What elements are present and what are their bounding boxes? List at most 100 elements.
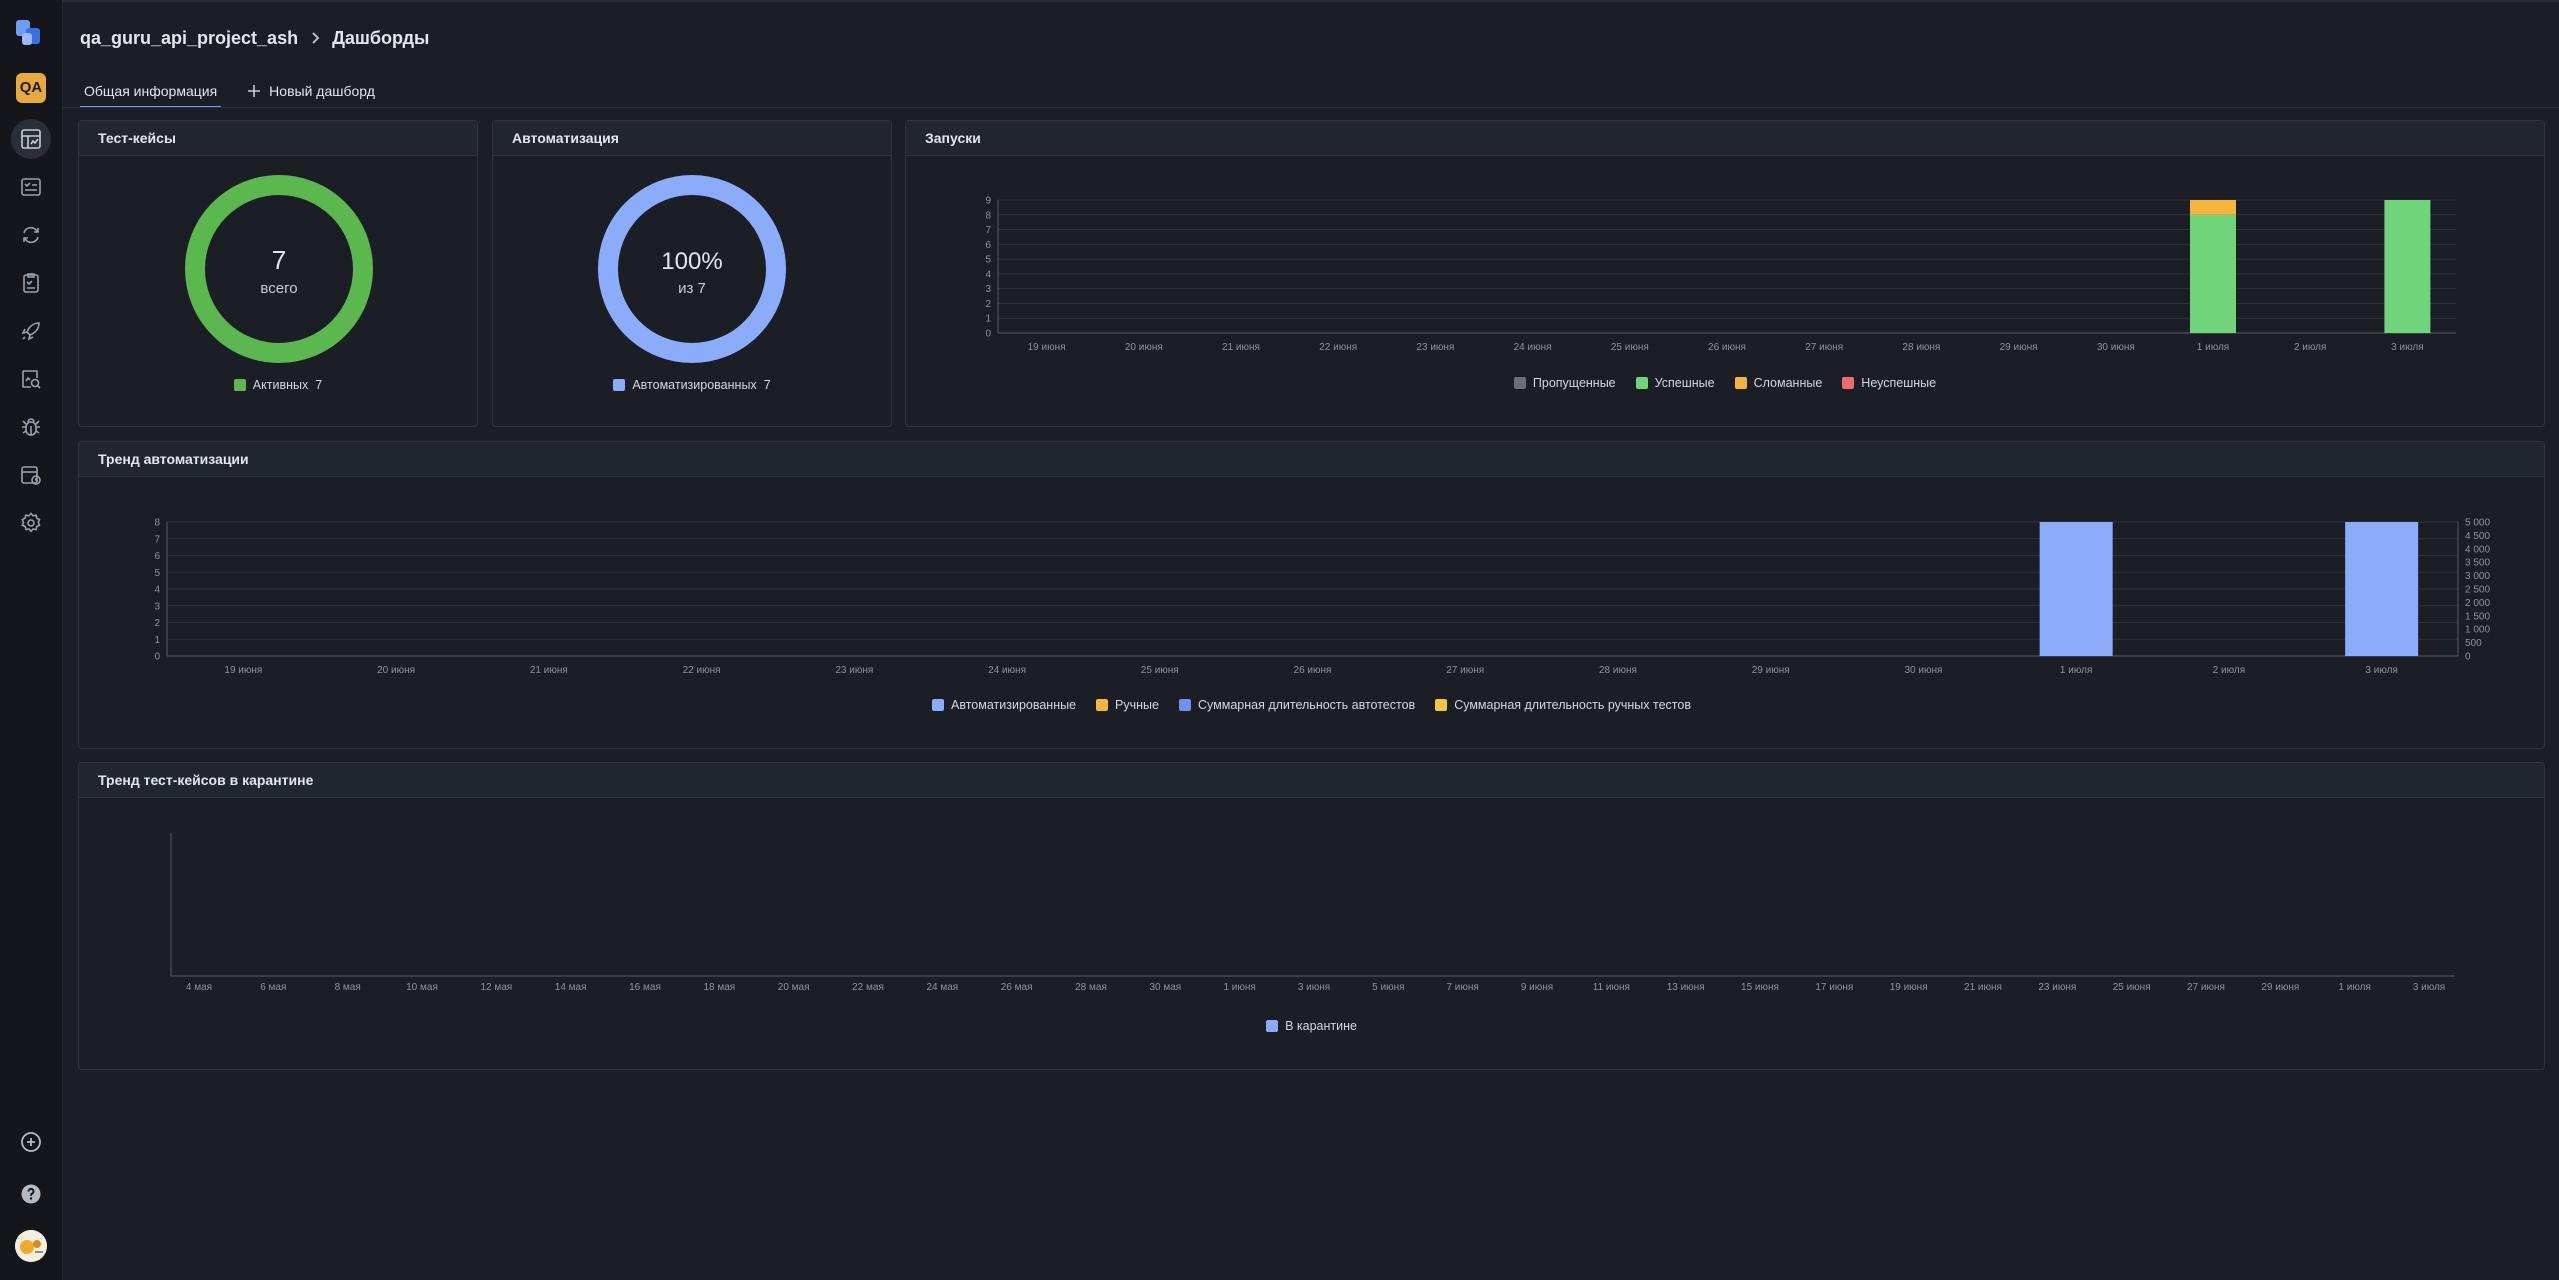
legend-item[interactable]: Сломанные [1734, 376, 1822, 390]
bar [2190, 200, 2236, 215]
legend-item[interactable]: Неуспешные [1842, 376, 1936, 390]
y2-tick-label: 0 [2465, 652, 2471, 663]
sidebar-item-analytics[interactable] [11, 359, 51, 399]
x-tick-label: 25 июня [2113, 982, 2151, 993]
legend-item[interactable]: Автоматизированные [932, 698, 1076, 712]
x-tick-label: 28 июня [1902, 342, 1940, 353]
widget-title: Запуски [906, 121, 2544, 156]
donut-center-value: 100% [661, 248, 722, 275]
legend-swatch [1734, 377, 1747, 389]
plus-icon [248, 85, 261, 97]
x-tick-label: 26 мая [1001, 982, 1033, 993]
chevron-right-icon [312, 32, 320, 44]
x-tick-label: 25 июня [1611, 342, 1649, 353]
y-tick-label: 4 [154, 585, 160, 596]
help-icon [21, 1184, 41, 1204]
x-tick-label: 3 июля [2365, 665, 2397, 676]
legend-item[interactable]: Успешные [1635, 376, 1715, 390]
legend-label: Суммарная длительность автотестов [1198, 698, 1416, 712]
x-tick-label: 18 мая [703, 982, 735, 993]
widget-quarantine-trend: Тренд тест-кейсов в карантине 4 мая 6 мая… [78, 762, 2545, 1070]
user-avatar[interactable] [15, 1230, 47, 1262]
legend-item[interactable]: Ручные [1096, 698, 1159, 712]
sidebar-item-defects[interactable] [11, 407, 51, 447]
sidebar-item-settings[interactable] [11, 503, 51, 543]
tab-label: Новый дашборд [269, 83, 375, 99]
y2-tick-label: 4 000 [2465, 544, 2490, 555]
sidebar-item-test-plans[interactable] [11, 263, 51, 303]
x-tick-label: 23 июня [1416, 342, 1454, 353]
sidebar-item-dashboards[interactable] [11, 119, 51, 159]
y-tick-label: 7 [985, 225, 991, 236]
automation-donut: 100% из 7 [598, 175, 786, 363]
sidebar-item-jobs[interactable] [11, 455, 51, 495]
legend-item[interactable]: В карантине [1266, 1019, 1357, 1033]
y2-tick-label: 3 500 [2465, 558, 2490, 569]
x-tick-label: 27 июня [1446, 665, 1484, 676]
y-tick-label: 6 [985, 240, 991, 251]
app-logo-icon[interactable] [13, 17, 47, 51]
jobs-icon [21, 466, 41, 485]
tabs-divider [62, 107, 2559, 108]
project-badge[interactable]: QA [16, 73, 46, 103]
x-tick-label: 28 мая [1075, 982, 1107, 993]
tab-overview[interactable]: Общая информация [80, 76, 222, 108]
widget-title: Автоматизация [493, 121, 891, 156]
legend-swatch [1842, 377, 1855, 389]
legend-label: Суммарная длительность ручных тестов [1454, 698, 1691, 712]
y2-tick-label: 500 [2465, 638, 2482, 649]
legend-swatch [233, 379, 246, 391]
legend-swatch [932, 699, 945, 711]
donut-center-label: всего [260, 280, 297, 297]
legend-label: Автоматизированные [951, 698, 1077, 712]
avatar-image [15, 1230, 47, 1262]
y2-tick-label: 1 000 [2465, 625, 2490, 636]
sidebar-item-launches[interactable] [11, 215, 51, 255]
x-tick-label: 1 июля [2338, 982, 2370, 993]
x-tick-label: 25 июня [1141, 665, 1179, 676]
quarantine-trend-chart: 4 мая 6 мая 8 мая 10 мая 12 мая 14 мая 16 мая 1… [170, 833, 2455, 993]
legend-item-automated[interactable]: Автоматизированных 7 [613, 378, 771, 392]
y2-tick-label: 4 500 [2465, 531, 2490, 542]
tab-new-dashboard[interactable]: Новый дашборд [243, 76, 379, 106]
breadcrumb-project[interactable]: qa_guru_api_project_ash [80, 28, 298, 49]
x-tick-label: 24 июня [988, 665, 1026, 676]
legend-item[interactable]: Суммарная длительность ручных тестов [1435, 698, 1691, 712]
x-tick-label: 8 мая [335, 982, 361, 993]
x-tick-label: 27 июня [1805, 342, 1843, 353]
x-tick-label: 19 июня [224, 665, 262, 676]
widget-title: Тренд автоматизации [79, 442, 2544, 477]
x-tick-label: 17 июня [1815, 982, 1853, 993]
sidebar-add-button[interactable] [11, 1122, 51, 1162]
launches-icon [23, 226, 39, 244]
sidebar-item-test-cases[interactable] [11, 167, 51, 207]
y-tick-label: 0 [985, 329, 991, 340]
x-tick-label: 22 июня [1319, 342, 1357, 353]
x-tick-label: 1 июля [2060, 665, 2092, 676]
legend-label: Активных [252, 378, 309, 392]
breadcrumb: qa_guru_api_project_ash Дашборды [80, 26, 429, 50]
x-tick-label: 20 июня [1125, 342, 1163, 353]
sidebar-item-releases[interactable] [11, 311, 51, 351]
dashboard-tabs: Общая информация Новый дашборд [80, 76, 379, 108]
legend-label: Неуспешные [1861, 376, 1937, 390]
bug-icon [22, 418, 40, 436]
legend-item[interactable]: Суммарная длительность автотестов [1179, 698, 1415, 712]
x-tick-label: 30 июня [1904, 665, 1942, 676]
x-tick-label: 3 июля [2391, 342, 2423, 353]
legend-item[interactable]: Пропущенные [1513, 376, 1616, 390]
legend-swatch [1096, 699, 1109, 711]
dashboard-icon [21, 129, 41, 149]
sidebar-help-button[interactable] [11, 1174, 51, 1214]
x-tick-label: 22 июня [683, 665, 721, 676]
automation-trend-chart: 0 1 2 3 4 5 6 7 8 0 500 1 000 1 500 2 000 2 500 3 000 3 … [154, 518, 2490, 677]
x-tick-label: 2 июля [2294, 342, 2326, 353]
y-tick-label: 1 [985, 314, 991, 325]
y-tick-label: 5 [985, 255, 991, 266]
x-tick-label: 24 мая [926, 982, 958, 993]
gear-icon [21, 512, 41, 533]
y2-tick-label: 2 000 [2465, 598, 2490, 609]
x-tick-label: 23 июня [835, 665, 873, 676]
legend-item-active[interactable]: Активных 7 [233, 378, 322, 392]
page-title: Дашборды [332, 27, 430, 48]
